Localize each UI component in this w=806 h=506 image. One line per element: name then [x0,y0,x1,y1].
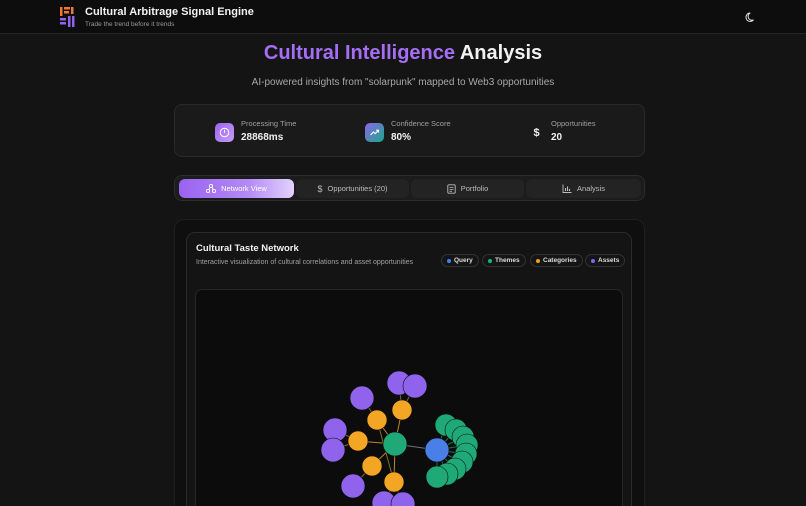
tab-analysis[interactable]: Analysis [526,179,641,198]
network-node-category[interactable] [361,455,383,477]
network-node-asset[interactable] [340,473,366,499]
legend-categories: Categories [530,254,583,267]
network-node-asset[interactable] [320,437,346,463]
stat-value: 20 [551,132,563,143]
network-node-category[interactable] [347,430,369,452]
stats-bar: Processing Time 28868ms Confidence Score… [174,104,645,157]
stat-value: 80% [391,132,412,143]
page-title-highlight: Cultural Intelligence [263,42,456,64]
network-node-asset[interactable] [402,373,428,399]
network-node-category[interactable] [383,471,405,493]
legend-assets: Assets [585,254,626,267]
tab-label: Analysis [577,184,605,193]
network-node-category[interactable] [391,399,413,421]
portfolio-icon [447,183,456,194]
page-title: Cultural Intelligence Analysis [0,42,806,65]
stat-label: Opportunities [551,119,596,128]
legend-themes: Themes [482,254,526,267]
app-tagline: Trade the trend before it trends [85,21,175,28]
clock-icon [215,123,234,142]
trending-up-icon [365,123,384,142]
tab-label: Network View [221,184,267,193]
tab-opportunities[interactable]: $ Opportunities (20) [296,179,409,198]
legend-query: Query [441,254,479,267]
page-subtitle: AI-powered insights from "solarpunk" map… [251,77,555,88]
dollar-icon: $ [317,183,323,194]
network-title: Cultural Taste Network [196,243,299,254]
bar-chart-icon [562,184,572,193]
dollar-icon: $ [533,126,540,139]
network-icon [206,184,217,193]
tab-portfolio[interactable]: Portfolio [411,179,524,198]
stat-value: 28868ms [241,132,284,143]
tab-label: Opportunities (20) [327,184,388,193]
app-logo [60,7,75,27]
network-node-query[interactable] [424,437,450,463]
moon-icon[interactable] [744,10,758,24]
tab-label: Portfolio [460,184,489,193]
page-title-rest: Analysis [459,42,543,64]
network-canvas[interactable] [195,289,623,506]
app-header: Cultural Arbitrage Signal Engine Trade t… [0,0,806,34]
network-node-theme[interactable] [382,431,408,457]
stat-label: Processing Time [241,119,297,128]
network-node-theme[interactable] [425,465,449,489]
network-node-category[interactable] [366,409,388,431]
tab-network-view[interactable]: Network View [179,179,294,198]
stat-label: Confidence Score [391,119,451,128]
network-node-asset[interactable] [349,385,375,411]
network-description: Interactive visualization of cultural co… [196,259,414,266]
view-tabs: Network View $ Opportunities (20) Portfo… [174,175,645,201]
app-title: Cultural Arbitrage Signal Engine [85,6,254,18]
